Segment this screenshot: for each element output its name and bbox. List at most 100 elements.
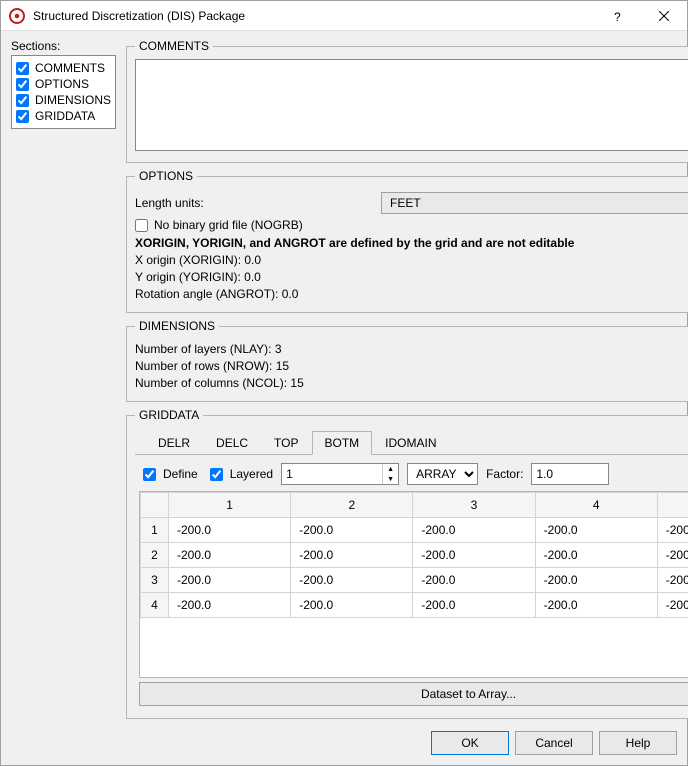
dialog-body: Sections: COMMENTS OPTIONS DIMENSIONS GR… xyxy=(1,31,687,723)
grid-table-scroll[interactable]: 1 2 3 4 1-200.0-200.0-200.0-200.0-200.02… xyxy=(140,492,688,677)
length-units-select[interactable]: FEET xyxy=(381,192,688,214)
corner-header xyxy=(141,493,169,518)
section-checkbox[interactable] xyxy=(16,110,29,123)
tab-botm[interactable]: BOTM xyxy=(312,431,373,455)
grid-cell[interactable]: -200.0 xyxy=(169,593,291,618)
row-header[interactable]: 2 xyxy=(141,543,169,568)
col-header[interactable] xyxy=(657,493,688,518)
grid-cell[interactable]: -200.0 xyxy=(291,543,413,568)
table-row: 2-200.0-200.0-200.0-200.0-200.0 xyxy=(141,543,688,568)
col-header[interactable]: 3 xyxy=(413,493,535,518)
grid-cell[interactable]: -200.0 xyxy=(169,568,291,593)
dataset-to-array-button[interactable]: Dataset to Array... xyxy=(139,682,688,706)
ncol-text: Number of columns (NCOL): 15 xyxy=(135,376,688,390)
svg-text:?: ? xyxy=(614,10,621,23)
tab-delc[interactable]: DELC xyxy=(203,431,261,455)
col-header[interactable]: 4 xyxy=(535,493,657,518)
grid-cell[interactable]: -200.0 xyxy=(535,568,657,593)
grid-table-wrap: 1 2 3 4 1-200.0-200.0-200.0-200.0-200.02… xyxy=(139,491,688,678)
row-header[interactable]: 3 xyxy=(141,568,169,593)
grid-cell[interactable]: -200.0 xyxy=(169,543,291,568)
grid-cell[interactable]: -200.0 xyxy=(657,568,688,593)
options-note: XORIGIN, YORIGIN, and ANGROT are defined… xyxy=(135,236,688,250)
grid-cell[interactable]: -200.0 xyxy=(291,568,413,593)
grid-cell[interactable]: -200.0 xyxy=(169,518,291,543)
comments-textarea[interactable] xyxy=(135,59,688,151)
grid-cell[interactable]: -200.0 xyxy=(535,518,657,543)
section-item-griddata[interactable]: GRIDDATA xyxy=(16,108,111,124)
grid-cell[interactable]: -200.0 xyxy=(535,593,657,618)
close-icon xyxy=(659,11,669,21)
define-label: Define xyxy=(163,467,198,481)
length-units-label: Length units: xyxy=(135,196,375,210)
table-row: 4-200.0-200.0-200.0-200.0-200.0 xyxy=(141,593,688,618)
grid-cell[interactable]: -200.0 xyxy=(413,543,535,568)
tab-content: Define Layered ▲ ▼ xyxy=(135,455,688,710)
factor-input[interactable] xyxy=(531,463,609,485)
tab-top[interactable]: TOP xyxy=(261,431,311,455)
app-icon xyxy=(9,8,25,24)
main-panel: COMMENTS OPTIONS Length units: FEET No b… xyxy=(126,39,688,719)
define-checkbox[interactable] xyxy=(143,468,156,481)
col-header[interactable]: 1 xyxy=(169,493,291,518)
yorigin-text: Y origin (YORIGIN): 0.0 xyxy=(135,270,688,284)
tab-delr[interactable]: DELR xyxy=(145,431,203,455)
define-checkbox-wrap[interactable]: Define xyxy=(139,465,198,484)
section-checkbox[interactable] xyxy=(16,94,29,107)
griddata-legend: GRIDDATA xyxy=(135,408,203,422)
section-label: COMMENTS xyxy=(35,61,105,75)
close-button[interactable] xyxy=(641,1,687,31)
nogrb-checkbox[interactable] xyxy=(135,219,148,232)
angrot-text: Rotation angle (ANGROT): 0.0 xyxy=(135,287,688,301)
question-icon: ? xyxy=(613,9,623,23)
comments-group: COMMENTS xyxy=(126,39,688,163)
tab-idomain[interactable]: IDOMAIN xyxy=(372,431,449,455)
section-item-comments[interactable]: COMMENTS xyxy=(16,60,111,76)
spin-down-icon[interactable]: ▼ xyxy=(383,474,398,484)
cancel-button[interactable]: Cancel xyxy=(515,731,593,755)
grid-cell[interactable]: -200.0 xyxy=(291,593,413,618)
help-titlebar-button[interactable]: ? xyxy=(595,1,641,31)
dimensions-group: DIMENSIONS Number of layers (NLAY): 3 Nu… xyxy=(126,319,688,402)
titlebar: Structured Discretization (DIS) Package … xyxy=(1,1,687,31)
options-legend: OPTIONS xyxy=(135,169,197,183)
dimensions-legend: DIMENSIONS xyxy=(135,319,219,333)
nlay-text: Number of layers (NLAY): 3 xyxy=(135,342,688,356)
griddata-group: GRIDDATA DELR DELC TOP BOTM IDOMAIN Defi… xyxy=(126,408,688,719)
ok-button[interactable]: OK xyxy=(431,731,509,755)
row-header[interactable]: 4 xyxy=(141,593,169,618)
row-header[interactable]: 1 xyxy=(141,518,169,543)
griddata-tabs: DELR DELC TOP BOTM IDOMAIN xyxy=(135,430,688,455)
grid-cell[interactable]: -200.0 xyxy=(413,593,535,618)
spin-up-icon[interactable]: ▲ xyxy=(383,464,398,474)
nrow-text: Number of rows (NROW): 15 xyxy=(135,359,688,373)
grid-cell[interactable]: -200.0 xyxy=(291,518,413,543)
nogrb-label: No binary grid file (NOGRB) xyxy=(154,218,303,232)
xorigin-text: X origin (XORIGIN): 0.0 xyxy=(135,253,688,267)
section-checkbox[interactable] xyxy=(16,62,29,75)
section-checkbox[interactable] xyxy=(16,78,29,91)
col-header[interactable]: 2 xyxy=(291,493,413,518)
factor-label: Factor: xyxy=(486,467,523,481)
section-label: DIMENSIONS xyxy=(35,93,111,107)
grid-table: 1 2 3 4 1-200.0-200.0-200.0-200.0-200.02… xyxy=(140,492,688,618)
grid-cell[interactable]: -200.0 xyxy=(657,518,688,543)
grid-cell[interactable]: -200.0 xyxy=(413,568,535,593)
table-row: 1-200.0-200.0-200.0-200.0-200.0 xyxy=(141,518,688,543)
layer-input[interactable] xyxy=(282,464,382,484)
layered-checkbox[interactable] xyxy=(210,468,223,481)
window-title: Structured Discretization (DIS) Package xyxy=(33,9,595,23)
grid-cell[interactable]: -200.0 xyxy=(535,543,657,568)
layer-spinner[interactable]: ▲ ▼ xyxy=(281,463,399,485)
sections-sidebar: Sections: COMMENTS OPTIONS DIMENSIONS GR… xyxy=(11,39,116,719)
section-item-options[interactable]: OPTIONS xyxy=(16,76,111,92)
section-item-dimensions[interactable]: DIMENSIONS xyxy=(16,92,111,108)
array-mode-select[interactable]: ARRAY xyxy=(407,463,478,485)
help-button[interactable]: Help xyxy=(599,731,677,755)
comments-legend: COMMENTS xyxy=(135,39,213,53)
grid-cell[interactable]: -200.0 xyxy=(657,543,688,568)
grid-cell[interactable]: -200.0 xyxy=(413,518,535,543)
grid-cell[interactable]: -200.0 xyxy=(657,593,688,618)
layered-checkbox-wrap[interactable]: Layered xyxy=(206,465,273,484)
define-row: Define Layered ▲ ▼ xyxy=(139,463,688,485)
